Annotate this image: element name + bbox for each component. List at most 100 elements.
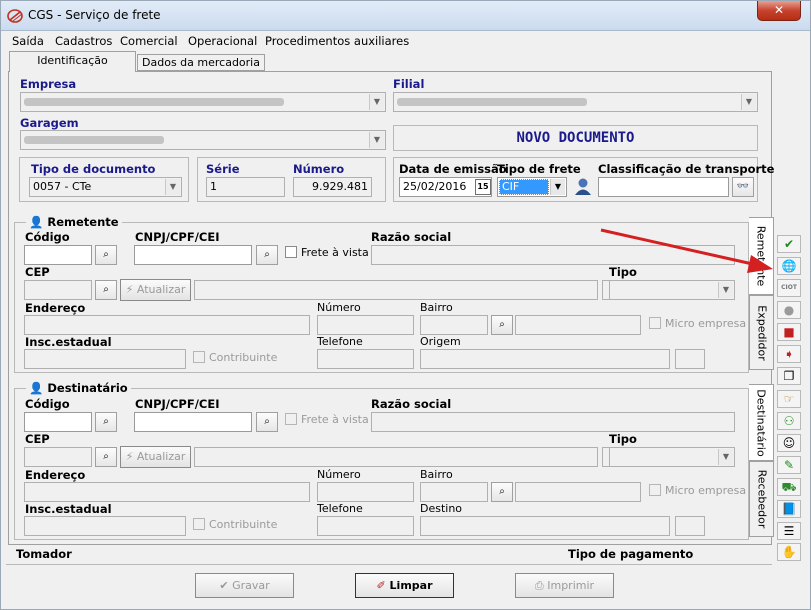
rem-numero-label: Número: [317, 301, 361, 314]
rem-cnpj-search-button[interactable]: ⌕: [256, 245, 278, 265]
menu-procedimentos[interactable]: Procedimentos auxiliares: [265, 34, 409, 48]
close-button[interactable]: ✕: [757, 1, 801, 21]
dest-tipo-label: Tipo: [609, 432, 637, 446]
menu-operacional[interactable]: Operacional: [188, 34, 257, 48]
dest-telefone-field[interactable]: [317, 516, 414, 536]
truck-icon[interactable]: ⛟: [777, 478, 801, 496]
dest-frete-vista-checkbox[interactable]: [285, 413, 297, 425]
people-icon[interactable]: ⚇: [777, 412, 801, 430]
garagem-select[interactable]: ▼: [20, 130, 386, 150]
rem-cep-field[interactable]: [24, 280, 92, 300]
dest-destino-field[interactable]: [420, 516, 670, 536]
close-icon: ✕: [773, 3, 785, 17]
tab-dados-mercadoria[interactable]: Dados da mercadoria: [137, 54, 265, 71]
limpar-button[interactable]: ✐ Limpar: [355, 573, 454, 598]
export-icon[interactable]: ➧: [777, 345, 801, 363]
classificacao-field[interactable]: [598, 177, 729, 197]
dest-cnpj-label: CNPJ/CPF/CEI: [135, 397, 220, 411]
dest-endereco-field[interactable]: [24, 482, 310, 502]
list-icon[interactable]: ☰: [777, 522, 801, 540]
tipo-frete-select[interactable]: CIF ▼: [497, 177, 567, 197]
rem-cnpj-field[interactable]: [134, 245, 252, 265]
rem-numero-field[interactable]: [317, 315, 414, 335]
cube-icon[interactable]: ■: [777, 323, 801, 341]
user-icon[interactable]: ☺: [777, 434, 801, 452]
hand-icon[interactable]: ☞: [777, 390, 801, 408]
dest-bairro-field[interactable]: [420, 482, 488, 502]
rem-telefone-field[interactable]: [317, 349, 414, 369]
calendar-icon[interactable]: 15: [475, 179, 491, 195]
dest-cep-label: CEP: [25, 432, 50, 446]
gravar-button[interactable]: ✔ Gravar: [195, 573, 294, 598]
rem-cidade-field[interactable]: [194, 280, 598, 300]
rem-cep-search-button[interactable]: ⌕: [95, 280, 117, 300]
rem-frete-vista-checkbox[interactable]: [285, 246, 297, 258]
rem-codigo-search-button[interactable]: ⌕: [95, 245, 117, 265]
tab-identificacao[interactable]: Identificação: [9, 51, 136, 72]
dest-razao-field[interactable]: [371, 412, 735, 432]
globe-icon[interactable]: 🌐: [777, 257, 801, 275]
dest-telefone-label: Telefone: [317, 502, 363, 515]
rem-bairro-search-button[interactable]: ⌕: [491, 315, 513, 335]
ciot-icon[interactable]: CIOT: [777, 279, 801, 297]
menu-saida[interactable]: Saída: [12, 34, 44, 48]
rem-frete-vista-label: Frete à vista: [301, 246, 369, 259]
dest-destino-uf-field[interactable]: [675, 516, 705, 536]
dest-bairro-label: Bairro: [420, 468, 453, 481]
broom-icon: ✐: [376, 579, 386, 592]
dest-cnpj-field[interactable]: [134, 412, 252, 432]
rem-micro-empresa-checkbox[interactable]: [649, 317, 661, 329]
rem-endereco-field[interactable]: [24, 315, 310, 335]
menu-cadastros[interactable]: Cadastros: [55, 34, 112, 48]
chevron-down-icon: ▼: [718, 449, 733, 465]
documents-icon[interactable]: ❐: [777, 367, 801, 385]
dest-micro-empresa-label: Micro empresa: [665, 484, 747, 497]
serie-field[interactable]: 1: [206, 177, 285, 197]
filial-select[interactable]: ▼: [393, 92, 758, 112]
check-icon[interactable]: ✔: [777, 235, 801, 253]
circle-icon[interactable]: ●: [777, 301, 801, 319]
dest-cnpj-search-button[interactable]: ⌕: [256, 412, 278, 432]
dest-micro-empresa-checkbox[interactable]: [649, 484, 661, 496]
dest-insc-field[interactable]: [24, 516, 186, 536]
rem-razao-label: Razão social: [371, 230, 452, 244]
rem-insc-field[interactable]: [24, 349, 186, 369]
book-icon[interactable]: 📘: [777, 500, 801, 518]
rem-bairro-desc-field[interactable]: [515, 315, 641, 335]
dest-cidade-field[interactable]: [194, 447, 598, 467]
handshake-icon[interactable]: ✋: [777, 543, 801, 561]
notepad-icon[interactable]: ✎: [777, 456, 801, 474]
menu-comercial[interactable]: Comercial: [120, 34, 178, 48]
rem-telefone-label: Telefone: [317, 335, 363, 348]
dest-codigo-field[interactable]: [24, 412, 92, 432]
filial-label: Filial: [393, 77, 425, 91]
dest-tipo-select[interactable]: ▼: [609, 447, 735, 467]
dest-cep-field[interactable]: [24, 447, 92, 467]
dest-bairro-desc-field[interactable]: [515, 482, 641, 502]
imprimir-button[interactable]: ⎙ Imprimir: [515, 573, 614, 598]
dest-numero-field[interactable]: [317, 482, 414, 502]
dest-atualizar-button[interactable]: ⚡ Atualizar: [120, 446, 191, 468]
rem-tipo-select[interactable]: ▼: [609, 280, 735, 300]
dest-cep-search-button[interactable]: ⌕: [95, 447, 117, 467]
tipo-documento-select[interactable]: 0057 - CTe ▼: [29, 177, 182, 197]
side-tab-expedidor[interactable]: Expedidor: [749, 295, 774, 370]
gravar-label: Gravar: [232, 579, 270, 592]
rem-atualizar-button[interactable]: ⚡ Atualizar: [120, 279, 191, 301]
rem-bairro-field[interactable]: [420, 315, 488, 335]
empresa-select[interactable]: ▼: [20, 92, 386, 112]
dest-bairro-search-button[interactable]: ⌕: [491, 482, 513, 502]
side-tab-recebedor[interactable]: Recebedor: [749, 461, 774, 537]
rem-codigo-field[interactable]: [24, 245, 92, 265]
window-title: CGS - Serviço de frete: [28, 8, 161, 22]
user-search-icon[interactable]: [573, 176, 593, 196]
numero-field[interactable]: 9.929.481: [293, 177, 372, 197]
dest-razao-label: Razão social: [371, 397, 452, 411]
classificacao-search-button[interactable]: 👓: [732, 177, 754, 197]
side-tab-destinatario[interactable]: Destinatário: [749, 384, 774, 461]
dest-contribuinte-checkbox[interactable]: [193, 518, 205, 530]
rem-origem-uf-field[interactable]: [675, 349, 705, 369]
rem-contribuinte-checkbox[interactable]: [193, 351, 205, 363]
dest-codigo-search-button[interactable]: ⌕: [95, 412, 117, 432]
rem-origem-field[interactable]: [420, 349, 670, 369]
